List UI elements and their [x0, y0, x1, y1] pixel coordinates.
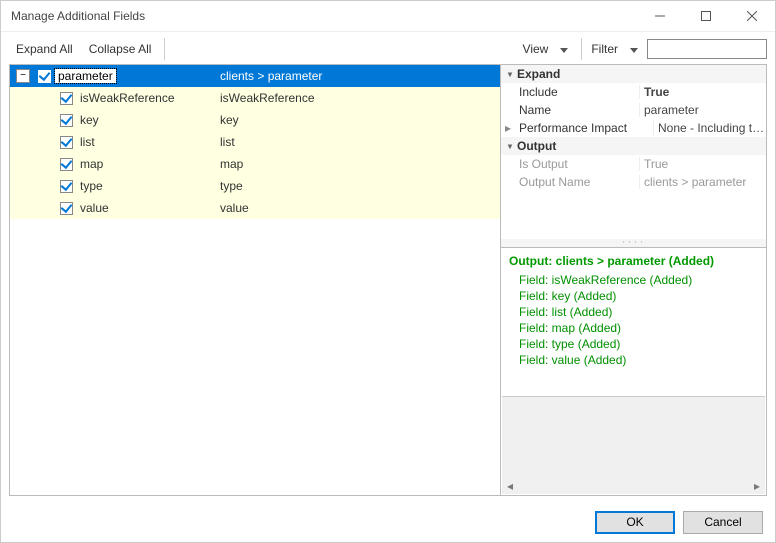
- collapse-all-button[interactable]: Collapse All: [82, 38, 159, 60]
- tree-row-path: value: [218, 201, 500, 215]
- filter-dropdown[interactable]: [623, 38, 645, 60]
- fields-tree[interactable]: − parameter clients > parameter −isWeakR…: [10, 65, 500, 495]
- property-row[interactable]: Name parameter: [501, 101, 766, 119]
- tree-row[interactable]: −value value: [10, 197, 500, 219]
- tree-row-root[interactable]: − parameter clients > parameter: [10, 65, 500, 87]
- property-name: Performance Impact: [515, 121, 653, 135]
- toolbar: Expand All Collapse All View Filter: [9, 36, 767, 62]
- property-name: Name: [501, 103, 639, 117]
- tree-row-path: type: [218, 179, 500, 193]
- output-log-panel: Output: clients > parameter (Added) Fiel…: [500, 248, 767, 496]
- property-row[interactable]: Include True: [501, 83, 766, 101]
- chevron-right-icon: ▸: [501, 121, 515, 135]
- horizontal-scrollbar[interactable]: ◂ ▸: [502, 478, 765, 494]
- tree-row-path: key: [218, 113, 500, 127]
- splitter-handle[interactable]: ····: [500, 239, 767, 248]
- fields-tree-panel: − parameter clients > parameter −isWeakR…: [9, 64, 500, 496]
- filter-input[interactable]: [647, 39, 767, 59]
- tree-row-name: parameter: [55, 69, 116, 83]
- output-log-item: Field: type (Added): [509, 336, 758, 352]
- property-value: True: [639, 157, 766, 171]
- output-log-heading: Output: clients > parameter (Added): [509, 254, 758, 268]
- dialog-footer: OK Cancel: [1, 502, 775, 542]
- tree-row-checkbox[interactable]: [38, 70, 51, 83]
- titlebar: Manage Additional Fields: [1, 1, 775, 32]
- scroll-left-icon[interactable]: ◂: [502, 478, 518, 494]
- output-log-item: Field: value (Added): [509, 352, 758, 368]
- output-log-item: Field: map (Added): [509, 320, 758, 336]
- property-name: Output Name: [501, 175, 639, 189]
- filter-label: Filter: [588, 42, 621, 56]
- close-button[interactable]: [729, 1, 775, 31]
- tree-row-path: isWeakReference: [218, 91, 500, 105]
- property-value: clients > parameter: [639, 175, 766, 189]
- tree-row-name: type: [77, 179, 106, 193]
- tree-row-path: clients > parameter: [218, 69, 500, 83]
- property-value[interactable]: True: [639, 85, 766, 99]
- tree-row-name: key: [77, 113, 102, 127]
- collapse-toggle[interactable]: −: [16, 69, 30, 83]
- output-log-empty-area: [502, 396, 765, 481]
- tree-row-name: map: [77, 157, 106, 171]
- minimize-button[interactable]: [637, 1, 683, 31]
- tree-row-checkbox[interactable]: [60, 92, 73, 105]
- property-value[interactable]: None - Including this item will: [653, 121, 766, 135]
- expand-all-button[interactable]: Expand All: [9, 38, 80, 60]
- property-row[interactable]: Is Output True: [501, 155, 766, 173]
- maximize-button[interactable]: [683, 1, 729, 31]
- cancel-button[interactable]: Cancel: [683, 511, 763, 534]
- output-log-item: Field: isWeakReference (Added): [509, 272, 758, 288]
- tree-row-name: list: [77, 135, 98, 149]
- property-row[interactable]: ▸ Performance Impact None - Including th…: [501, 119, 766, 137]
- tree-row-checkbox[interactable]: [60, 114, 73, 127]
- tree-row-checkbox[interactable]: [60, 158, 73, 171]
- chevron-down-icon: ▾: [503, 67, 517, 81]
- property-category[interactable]: ▾ Output: [501, 137, 766, 155]
- property-value[interactable]: parameter: [639, 103, 766, 117]
- tree-row[interactable]: −key key: [10, 109, 500, 131]
- scroll-right-icon[interactable]: ▸: [749, 478, 765, 494]
- property-category-label: Output: [517, 139, 556, 153]
- tree-row-name: value: [77, 201, 112, 215]
- property-name: Include: [501, 85, 639, 99]
- property-category[interactable]: ▾ Expand: [501, 65, 766, 83]
- property-row[interactable]: Output Name clients > parameter: [501, 173, 766, 191]
- tree-row[interactable]: −isWeakReference isWeakReference: [10, 87, 500, 109]
- caret-down-icon: [560, 42, 568, 56]
- view-label: View: [520, 42, 552, 56]
- tree-row-name: isWeakReference: [77, 91, 178, 105]
- output-log-item: Field: list (Added): [509, 304, 758, 320]
- window-title: Manage Additional Fields: [1, 9, 637, 23]
- property-grid[interactable]: ▾ Expand Include True Name parameter ▸ P…: [500, 64, 767, 239]
- right-panel: ▾ Expand Include True Name parameter ▸ P…: [500, 64, 767, 496]
- ok-button[interactable]: OK: [595, 511, 675, 534]
- chevron-down-icon: ▾: [503, 139, 517, 153]
- tree-row[interactable]: −type type: [10, 175, 500, 197]
- view-dropdown[interactable]: [553, 38, 575, 60]
- tree-row-path: list: [218, 135, 500, 149]
- toolbar-separator: [164, 38, 165, 60]
- toolbar-separator: [581, 38, 582, 60]
- tree-row[interactable]: −list list: [10, 131, 500, 153]
- tree-row-checkbox[interactable]: [60, 136, 73, 149]
- output-log-item: Field: key (Added): [509, 288, 758, 304]
- property-category-label: Expand: [517, 67, 560, 81]
- tree-row-checkbox[interactable]: [60, 180, 73, 193]
- property-name: Is Output: [501, 157, 639, 171]
- tree-row[interactable]: −map map: [10, 153, 500, 175]
- tree-row-checkbox[interactable]: [60, 202, 73, 215]
- dialog-window: Manage Additional Fields Expand All Coll…: [0, 0, 776, 543]
- caret-down-icon: [630, 42, 638, 56]
- tree-row-path: map: [218, 157, 500, 171]
